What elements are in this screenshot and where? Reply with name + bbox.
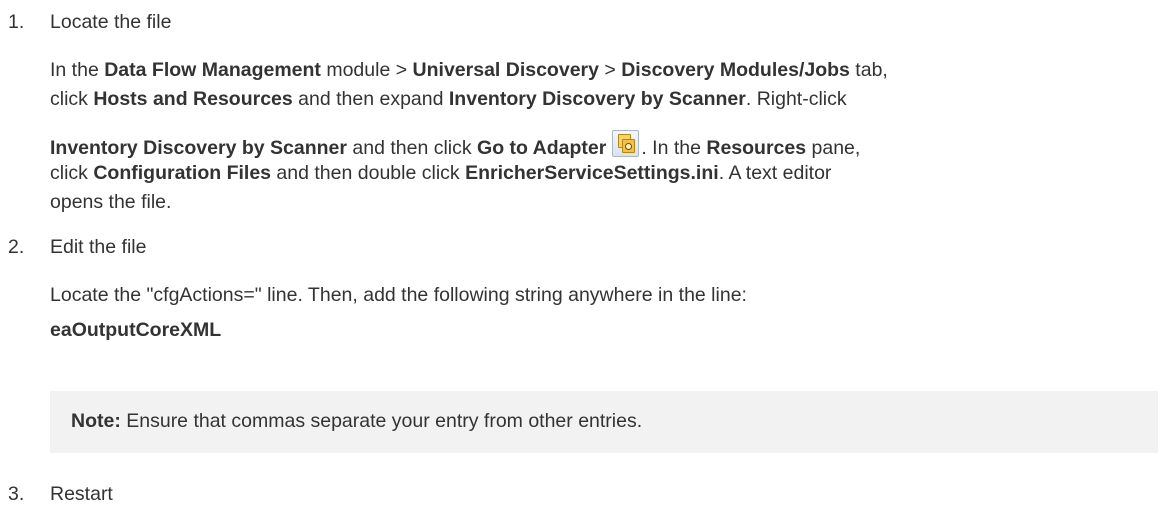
note: Note: Ensure that commas separate your e…	[71, 407, 642, 436]
code-string: eaOutputCoreXML	[50, 316, 1158, 345]
note-text: Ensure that commas separate your entry f…	[120, 410, 643, 432]
bold-text: Hosts and Resources	[93, 88, 293, 110]
bold-text: EnricherServiceSettings.ini	[465, 162, 719, 184]
step-title: Restart	[50, 483, 113, 505]
text: and then click	[346, 137, 478, 159]
text: tab,	[849, 59, 888, 81]
code-text: eaOutputCoreXML	[50, 319, 222, 341]
text: click	[50, 162, 94, 184]
bold-text: Inventory Discovery by Scanner	[448, 88, 746, 110]
step-number: 3.	[8, 483, 25, 505]
text: module >	[320, 59, 413, 81]
note-label: Note:	[71, 410, 121, 432]
text: opens the file.	[50, 191, 172, 213]
text: . In the	[641, 137, 707, 159]
text: and then expand	[292, 88, 449, 110]
go-to-adapter-icon	[612, 130, 640, 157]
note-box: Note: Ensure that commas separate your e…	[50, 391, 1158, 453]
paragraph-line: In the Data Flow Management module > Uni…	[50, 56, 1158, 85]
bold-text: Resources	[706, 137, 807, 159]
bold-text: Data Flow Management	[104, 59, 321, 81]
step-title: Locate the file	[50, 11, 172, 33]
bold-text: Inventory Discovery by Scanner	[50, 137, 347, 159]
paragraph-line: Locate the "cfgActions=" line. Then, add…	[50, 281, 1158, 310]
bold-text: Discovery Modules/Jobs	[621, 59, 850, 81]
paragraph-line: click Configuration Files and then doubl…	[50, 159, 1158, 188]
bold-text: Universal Discovery	[412, 59, 599, 81]
text: click	[50, 88, 94, 110]
bold-text: Configuration Files	[93, 162, 272, 184]
step-number: 2.	[8, 236, 25, 258]
text: pane,	[806, 137, 861, 159]
text: In the	[50, 59, 105, 81]
text: >	[598, 59, 622, 81]
text: . Right-click	[745, 88, 847, 110]
step-number: 1.	[8, 11, 25, 33]
text: . A text editor	[718, 162, 832, 184]
paragraph-line: click Hosts and Resources and then expan…	[50, 85, 1158, 114]
bold-text: Go to Adapter	[477, 137, 607, 159]
text: and then double click	[271, 162, 466, 184]
text: Locate the "cfgActions=" line. Then, add…	[50, 284, 747, 306]
step-title: Edit the file	[50, 236, 147, 258]
paragraph-line: opens the file.	[50, 188, 1158, 217]
